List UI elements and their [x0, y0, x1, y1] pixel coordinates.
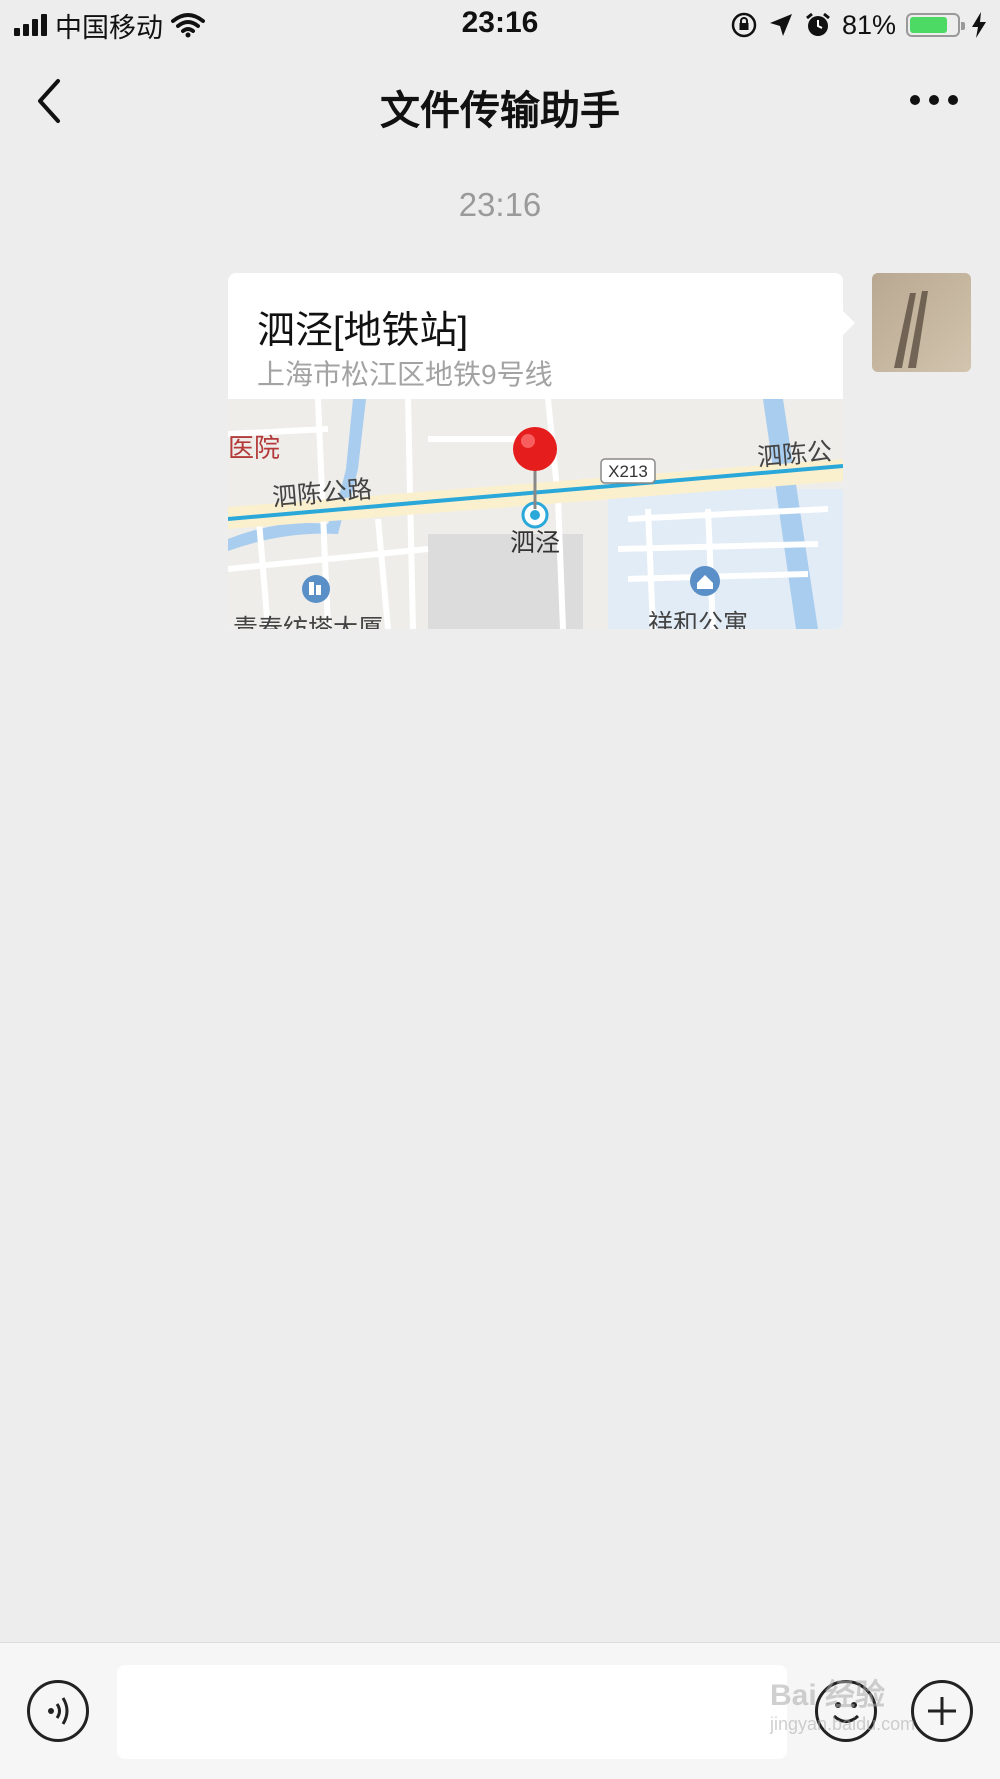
battery-icon	[906, 13, 965, 37]
home-poi-icon	[690, 566, 720, 596]
alarm-icon	[806, 12, 830, 36]
map-label-station: 泗泾	[510, 529, 560, 557]
message-input[interactable]	[117, 1665, 787, 1759]
page-title: 文件传输助手	[380, 89, 620, 133]
more-dots-icon	[910, 95, 958, 105]
building-poi-icon	[302, 575, 330, 603]
map-label-road-badge: X213	[608, 462, 648, 481]
map-label-bottom-right: 祥和公寓	[648, 610, 748, 629]
location-arrow-icon	[769, 14, 792, 36]
location-message-bubble[interactable]: 泗泾[地铁站] 上海市松江区地铁9号线 医院 泗陈公路 泗陈公 X213 泗泾 …	[228, 273, 855, 629]
status-bar: 中国移动 23:16 81%	[0, 0, 1000, 50]
charging-bolt-icon	[972, 12, 986, 38]
avatar-image	[872, 273, 971, 372]
watermark-brand: Bai 经验	[770, 1679, 886, 1712]
rotation-lock-icon	[731, 12, 757, 38]
avatar[interactable]	[872, 273, 971, 372]
map-svg: 医院 泗陈公路 泗陈公 X213 泗泾 青春纺塔大厦 祥和公寓	[228, 399, 843, 629]
map-label-bottom-left: 青春纺塔大厦	[233, 615, 383, 629]
watermark: Bai 经验 jingyan.baidu.com	[770, 1670, 980, 1735]
map-label-hospital: 医院	[228, 433, 280, 463]
location-map-preview[interactable]: 医院 泗陈公路 泗陈公 X213 泗泾 青春纺塔大厦 祥和公寓	[228, 399, 843, 629]
message-timestamp: 23:16	[458, 186, 542, 223]
location-address: 上海市松江区地铁9号线	[257, 359, 553, 390]
battery-percent: 81%	[841, 9, 896, 40]
watermark-url: jingyan.baidu.com	[770, 1714, 916, 1734]
voice-button[interactable]	[27, 1680, 89, 1742]
bubble-tail	[843, 311, 855, 335]
location-title: 泗泾[地铁站]	[257, 310, 469, 352]
status-right: 81%	[730, 8, 988, 42]
more-button[interactable]	[904, 80, 964, 120]
nav-bar: 文件传输助手	[0, 50, 1000, 154]
voice-icon	[48, 1697, 69, 1725]
